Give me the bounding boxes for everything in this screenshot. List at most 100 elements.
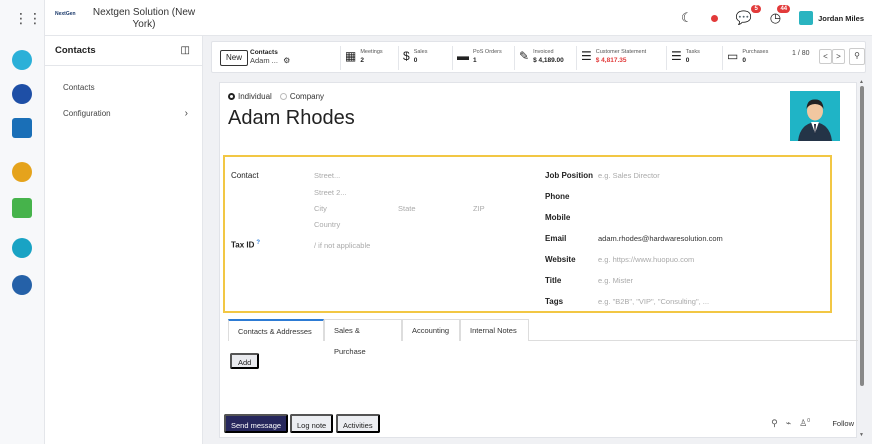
smart-button-pos-orders[interactable]: ▬ PoS Orders 1 — [452, 46, 514, 70]
app-website-icon[interactable] — [12, 118, 32, 138]
partner-avatar-image[interactable] — [790, 91, 840, 141]
radio-individual[interactable]: Individual — [228, 92, 272, 101]
radio-dot-icon — [228, 93, 235, 100]
email-input[interactable]: adam.rhodes@hardwaresolution.com — [598, 234, 723, 243]
pager-next-button[interactable]: > — [832, 49, 845, 64]
mobile-label: Mobile — [545, 213, 571, 222]
gear-icon[interactable]: ⚙ — [283, 56, 290, 65]
followers-count: 0 — [807, 418, 810, 424]
search-icon[interactable]: ⚲ — [771, 418, 778, 429]
notebook-tabs: Contacts & Addresses Sales & Purchase Ac… — [228, 319, 858, 356]
user-menu[interactable]: Jordan Miles — [799, 11, 864, 25]
smart-button-tasks[interactable]: ☰ Tasks 0 — [666, 46, 722, 70]
sidebar-toggle-icon[interactable]: ◫ — [181, 45, 190, 56]
tab-sales-purchase[interactable]: Sales & Purchase — [324, 319, 402, 356]
app-inventory-icon[interactable] — [12, 238, 32, 258]
status-dot[interactable] — [710, 14, 718, 22]
radio-dot-icon — [279, 93, 287, 100]
app-sales-icon[interactable] — [12, 198, 32, 218]
company-type-radio: Individual Company — [228, 92, 324, 101]
form-scrollbar[interactable]: ▲ ▼ — [859, 79, 865, 440]
sidebar-item-configuration[interactable]: Configuration › — [45, 100, 202, 126]
breadcrumb: Contacts Adam ... ⚙ — [250, 49, 290, 65]
dollar-icon: $ — [403, 49, 410, 63]
app-rail: ⋮⋮⋮ — [0, 0, 56, 444]
paperclip-icon[interactable]: ⌁ — [786, 418, 791, 429]
street-input[interactable]: Street... — [314, 171, 340, 180]
smart-button-customer-statement[interactable]: ☰ Customer Statement $ 4,817.35 — [576, 46, 666, 70]
street2-input[interactable]: Street 2... — [314, 188, 347, 197]
dark-mode-moon-icon[interactable]: ☾ — [681, 10, 693, 26]
sidebar-item-contacts[interactable]: Contacts — [45, 74, 202, 100]
send-message-button[interactable]: Send message — [224, 414, 289, 433]
shop-icon: ▬ — [457, 49, 469, 63]
chatter-bar: Send message Log note Activities ⚲ ⌁ ♙0 … — [220, 412, 856, 438]
website-label: Website — [545, 255, 576, 264]
search-panel-icon[interactable]: ⚲ — [849, 48, 865, 65]
title-select[interactable]: e.g. Mister — [598, 276, 633, 285]
activities-badge: 44 — [777, 5, 791, 13]
avatar — [799, 11, 814, 25]
tab-accounting[interactable]: Accounting — [402, 319, 460, 341]
app-settings-icon[interactable] — [12, 275, 32, 295]
smart-button-meetings[interactable]: ▦ Meetings 2 — [340, 46, 398, 70]
job-position-label: Job Position — [545, 171, 593, 180]
activities-clock-icon[interactable]: ◷ 44 — [770, 5, 791, 26]
pencil-square-icon: ✎ — [519, 49, 530, 63]
address-and-contact-section: Contact Street... Street 2... City State… — [223, 155, 832, 313]
company-switcher[interactable]: Nextgen Solution (New York) — [85, 7, 203, 31]
control-panel: New Contacts Adam ... ⚙ ▦ Meetings 2 $ Sa… — [211, 41, 866, 73]
country-select[interactable]: Country — [314, 220, 340, 229]
job-position-input[interactable]: e.g. Sales Director — [598, 171, 660, 180]
app-contacts-icon[interactable] — [12, 84, 32, 104]
pager-value[interactable]: 1 / 80 — [792, 50, 810, 57]
title-label: Title — [545, 276, 562, 285]
form-sheet: Individual Company Adam Rhodes Contact S… — [219, 82, 858, 438]
breadcrumb-current: Adam ... — [250, 56, 278, 65]
person-icon — [790, 91, 840, 141]
smart-button-invoiced[interactable]: ✎ Invoiced $ 4,189.00 — [514, 46, 576, 70]
contact-label: Contact — [231, 171, 259, 180]
tags-input[interactable]: e.g. "B2B", "VIP", "Consulting", ... — [598, 297, 709, 306]
city-input[interactable]: City — [314, 204, 327, 213]
email-label: Email — [545, 234, 567, 243]
tasks-icon: ☰ — [671, 49, 682, 63]
state-select[interactable]: State — [398, 204, 416, 213]
scrollbar-thumb[interactable] — [860, 86, 864, 386]
user-name: Jordan Miles — [818, 13, 864, 23]
scroll-up-icon[interactable]: ▲ — [859, 79, 864, 85]
add-contact-button[interactable]: Add — [230, 353, 260, 369]
messages-icon[interactable]: 💬 5 — [736, 5, 761, 26]
new-button[interactable]: New — [220, 50, 249, 66]
website-input[interactable]: e.g. https://www.huopuo.com — [598, 255, 694, 264]
calendar-icon: ▦ — [345, 49, 357, 63]
scroll-down-icon[interactable]: ▼ — [859, 432, 864, 438]
smart-button-sales[interactable]: $ Sales 0 — [398, 46, 452, 70]
tax-id-label: Tax ID? — [231, 240, 261, 250]
follow-button[interactable]: Follow — [832, 419, 854, 428]
sidebar-item-label: Contacts — [63, 82, 95, 92]
company-logo[interactable]: NextGen — [55, 11, 77, 25]
zip-input[interactable]: ZIP — [473, 204, 485, 213]
log-note-button[interactable]: Log note — [290, 414, 334, 433]
app-discuss-icon[interactable] — [12, 50, 32, 70]
tab-internal-notes[interactable]: Internal Notes — [460, 319, 529, 341]
smart-button-purchases[interactable]: ▭ Purchases 0 — [722, 46, 772, 70]
radio-company[interactable]: Company — [279, 92, 324, 101]
app-crm-icon[interactable] — [12, 162, 32, 182]
list-icon: ☰ — [581, 49, 592, 63]
chevron-right-icon: › — [184, 107, 188, 119]
tab-contacts-addresses[interactable]: Contacts & Addresses — [228, 319, 324, 341]
tax-id-input[interactable]: / if not applicable — [314, 241, 370, 250]
phone-label: Phone — [545, 192, 570, 201]
top-bar: NextGen Nextgen Solution (New York) ☾ 💬 5… — [45, 0, 872, 36]
sidebar: Contacts ◫ Contacts Configuration › — [45, 36, 203, 444]
activities-button[interactable]: Activities — [336, 414, 380, 433]
help-tooltip-icon[interactable]: ? — [256, 240, 260, 246]
tags-label: Tags — [545, 297, 564, 306]
followers-icon[interactable]: ♙0 — [799, 418, 810, 429]
partner-name-field[interactable]: Adam Rhodes — [228, 107, 355, 130]
pager-prev-button[interactable]: < — [819, 49, 832, 64]
credit-card-icon: ▭ — [727, 49, 739, 63]
sidebar-item-label: Configuration — [63, 108, 111, 118]
